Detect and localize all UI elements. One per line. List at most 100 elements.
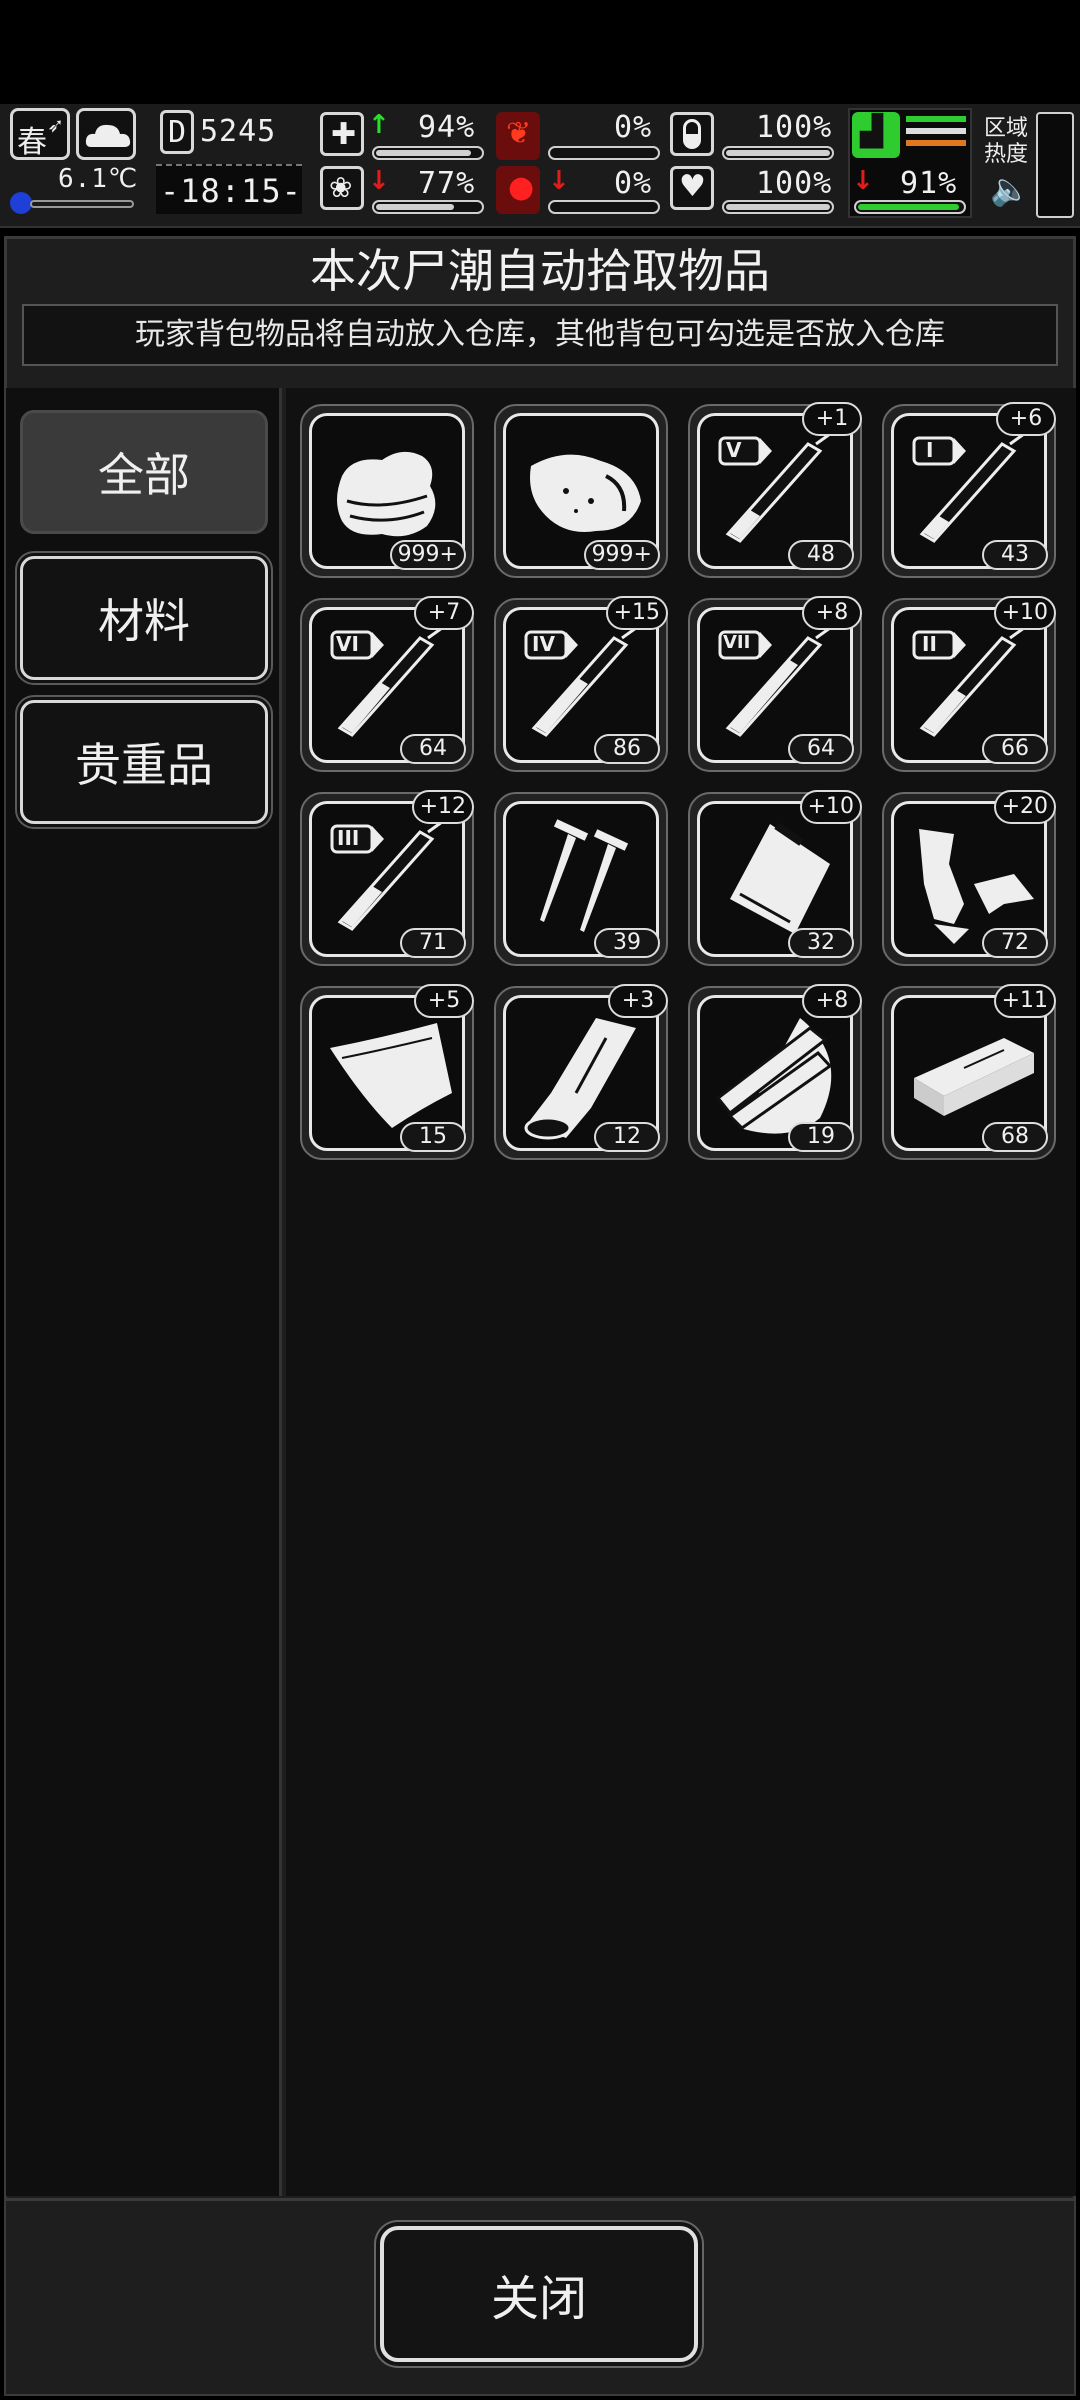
- item-count: 64: [788, 734, 854, 764]
- clock-value: -18:15-: [160, 172, 302, 210]
- vitality-bar: [722, 200, 834, 214]
- speaker-icon[interactable]: 🔈: [990, 170, 1030, 208]
- item-count: 12: [594, 1122, 660, 1152]
- day-label: D: [168, 115, 187, 150]
- stamina-lines: [906, 116, 966, 156]
- mood-value: 100%: [756, 110, 833, 145]
- numeral-label: IV: [532, 632, 555, 656]
- item-slot[interactable]: VI +7 64: [300, 596, 474, 772]
- tab-label: 全部: [98, 448, 190, 502]
- trend-down-icon: ↓: [548, 166, 570, 196]
- item-bonus: +6: [996, 402, 1056, 436]
- hunger-value: 0%: [614, 110, 653, 145]
- item-count: 71: [400, 928, 466, 958]
- item-count: 68: [982, 1122, 1048, 1152]
- item-count: 39: [594, 928, 660, 958]
- item-slot[interactable]: IV +15 86: [494, 596, 668, 772]
- item-count: 48: [788, 540, 854, 570]
- season-label: 春: [17, 125, 47, 160]
- close-button-label: 关闭: [490, 2271, 587, 2327]
- item-count: 72: [982, 928, 1048, 958]
- stamina-value: 91%: [900, 166, 958, 201]
- medkit-icon: ✚: [320, 112, 364, 156]
- weather-badge: [76, 108, 136, 160]
- item-slot[interactable]: 999+: [494, 404, 668, 578]
- day-badge: D: [160, 110, 194, 154]
- item-count: 15: [400, 1122, 466, 1152]
- trend-down-icon: ↓: [852, 166, 874, 196]
- heart-icon: ♥: [670, 166, 714, 210]
- sanity-bar: [372, 200, 484, 214]
- zone-heat-label: 区域 热度: [984, 116, 1029, 167]
- item-bonus: +3: [608, 984, 668, 1018]
- dialog-title: 本次尸潮自动拾取物品: [310, 244, 770, 298]
- item-slot[interactable]: VII +8 64: [688, 596, 862, 772]
- item-slot[interactable]: +3 12: [494, 984, 668, 1160]
- numeral-label: VII: [723, 632, 751, 653]
- tab-valuables[interactable]: 贵重品: [20, 700, 268, 824]
- item-count: 999+: [583, 540, 660, 570]
- item-slot[interactable]: 39: [494, 792, 668, 966]
- item-slot[interactable]: V +1 48: [688, 402, 862, 578]
- blood-drop-icon: ●: [496, 166, 540, 214]
- tab-all[interactable]: 全部: [20, 410, 268, 534]
- item-bonus: +10: [799, 790, 862, 824]
- temperature-value: 6.1℃: [58, 164, 139, 194]
- item-count: 43: [982, 540, 1048, 570]
- item-bonus: +5: [414, 984, 474, 1018]
- status-bar: [0, 0, 1080, 104]
- hud-bar: 春 ➶ 6.1℃ D 5245 -18:15- ✚ ↑ 94% ❦ 0% 100…: [0, 104, 1080, 228]
- numeral-label: III: [337, 826, 360, 850]
- dialog-subtitle: 玩家背包物品将自动放入仓库，其他背包可勾选是否放入仓库: [22, 304, 1058, 366]
- tab-label: 材料: [98, 594, 190, 648]
- item-slot[interactable]: II +10 66: [882, 596, 1056, 772]
- boot-icon: ▟: [852, 112, 900, 158]
- thermometer-icon: [10, 192, 32, 214]
- numeral-label: I: [926, 438, 934, 462]
- numeral-label: VI: [336, 632, 359, 656]
- trend-down-icon: ↓: [368, 166, 390, 196]
- tab-label: 贵重品: [75, 738, 213, 792]
- stamina-bar: [854, 200, 966, 214]
- feather-icon: ➶: [47, 113, 64, 137]
- item-count: 66: [982, 734, 1048, 764]
- item-slot[interactable]: III +12 71: [300, 790, 474, 966]
- item-bonus: +11: [993, 984, 1056, 1018]
- category-sidebar: 全部 材料 贵重品: [6, 388, 282, 2196]
- numeral-label: V: [726, 438, 742, 462]
- health-value: 94%: [418, 110, 476, 145]
- item-bonus: +20: [993, 790, 1056, 824]
- item-count: 64: [400, 734, 466, 764]
- thirst-bar: [548, 200, 660, 214]
- item-bonus: +12: [411, 790, 474, 824]
- item-bonus: +1: [802, 402, 862, 436]
- item-slot[interactable]: I +6 43: [882, 402, 1056, 578]
- vitality-value: 100%: [756, 166, 833, 201]
- item-bonus: +7: [414, 596, 474, 630]
- mood-bar: [722, 146, 834, 160]
- health-bar: [372, 146, 484, 160]
- item-slot[interactable]: 999+: [300, 404, 474, 578]
- item-slot[interactable]: +11 68: [882, 984, 1056, 1160]
- item-count: 86: [594, 734, 660, 764]
- thirst-value: 0%: [614, 166, 653, 201]
- item-bonus: +10: [993, 596, 1056, 630]
- hunger-bar: [548, 146, 660, 160]
- item-grid: 999+ 999+ V +1 48 I +6 43 VI +7 64 IV +1…: [286, 388, 1076, 2196]
- trend-up-icon: ↑: [368, 110, 390, 140]
- cloud-icon: [85, 124, 131, 147]
- item-slot[interactable]: +5 15: [300, 984, 474, 1160]
- sanity-value: 77%: [418, 166, 476, 201]
- stomach-icon: ❦: [496, 112, 540, 160]
- season-badge: 春 ➶: [10, 108, 70, 160]
- item-count: 19: [788, 1122, 854, 1152]
- capsule-icon: [670, 112, 714, 156]
- brain-icon: ❀: [320, 166, 364, 210]
- close-button[interactable]: 关闭: [380, 2226, 698, 2362]
- item-slot[interactable]: +10 32: [688, 790, 862, 966]
- tab-materials[interactable]: 材料: [20, 556, 268, 680]
- item-slot[interactable]: +20 72: [882, 790, 1056, 966]
- item-bonus: +15: [605, 596, 668, 630]
- day-value: 5245: [200, 114, 277, 149]
- item-slot[interactable]: +8 19: [688, 984, 862, 1160]
